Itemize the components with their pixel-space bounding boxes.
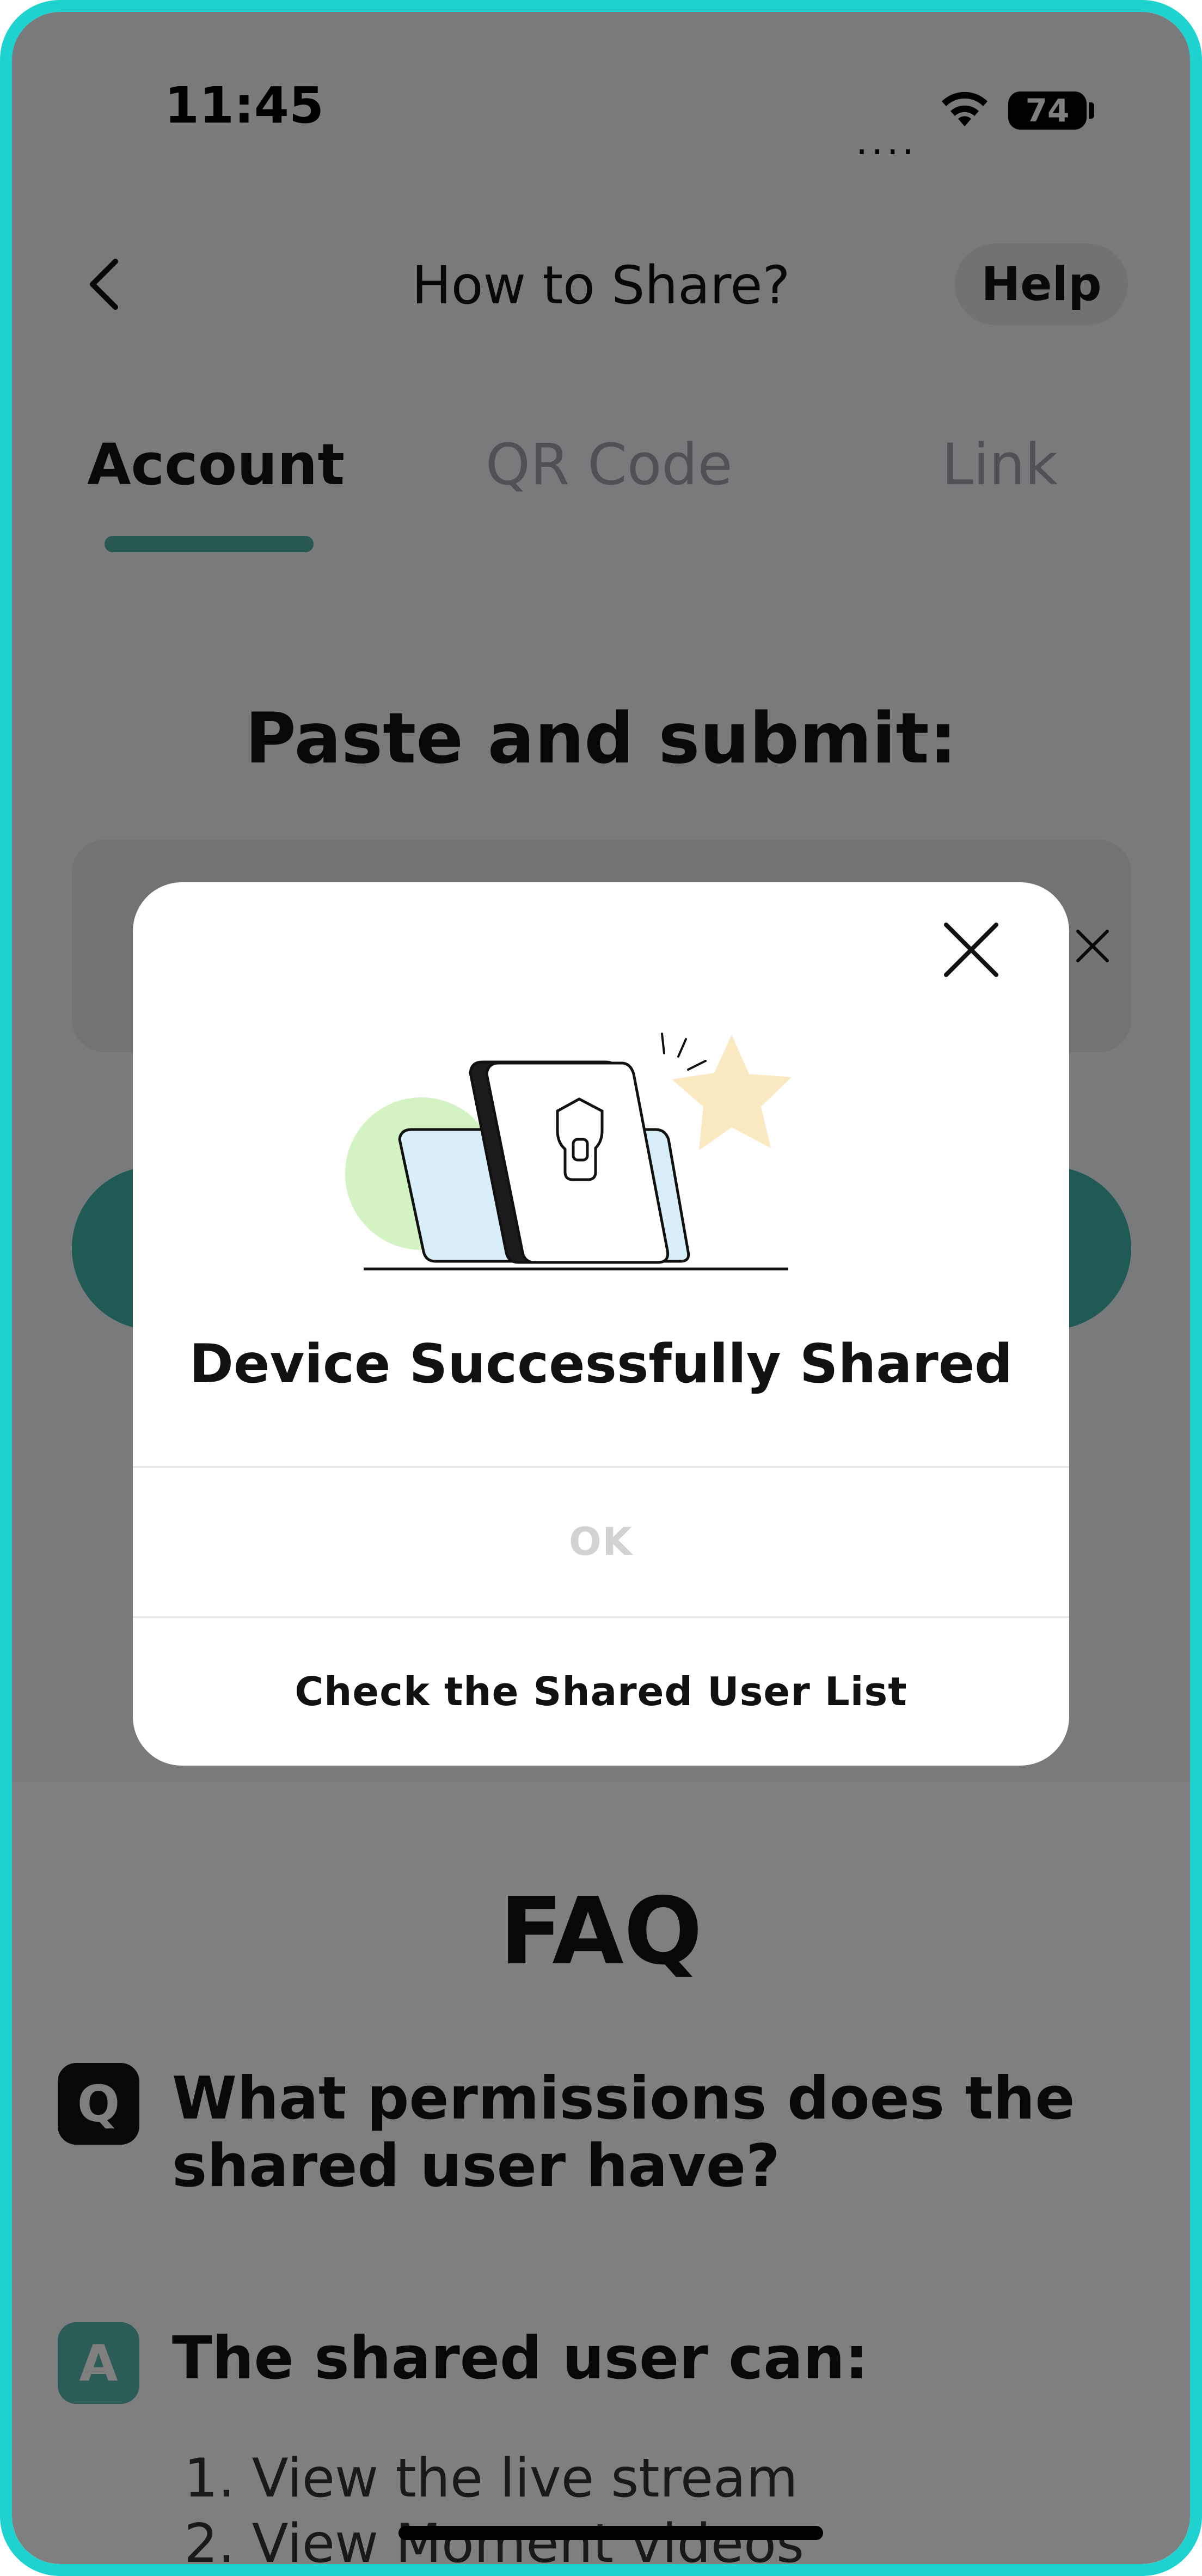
home-indicator[interactable] xyxy=(398,2526,823,2540)
dialog-title: Device Successfully Shared xyxy=(189,1333,1013,1395)
device-shared-illustration xyxy=(345,1033,792,1271)
check-shared-user-list-button[interactable]: Check the Shared User List xyxy=(133,1617,1069,1766)
close-icon[interactable] xyxy=(939,917,1004,982)
phone-frame: 11:45 .... 74 How to Share? Help Account… xyxy=(0,0,1202,2576)
ok-button[interactable]: OK xyxy=(133,1467,1069,1616)
share-page: 11:45 .... 74 How to Share? Help Account… xyxy=(12,12,1190,2564)
share-success-dialog: Device Successfully Shared OK Check the … xyxy=(133,882,1069,1766)
